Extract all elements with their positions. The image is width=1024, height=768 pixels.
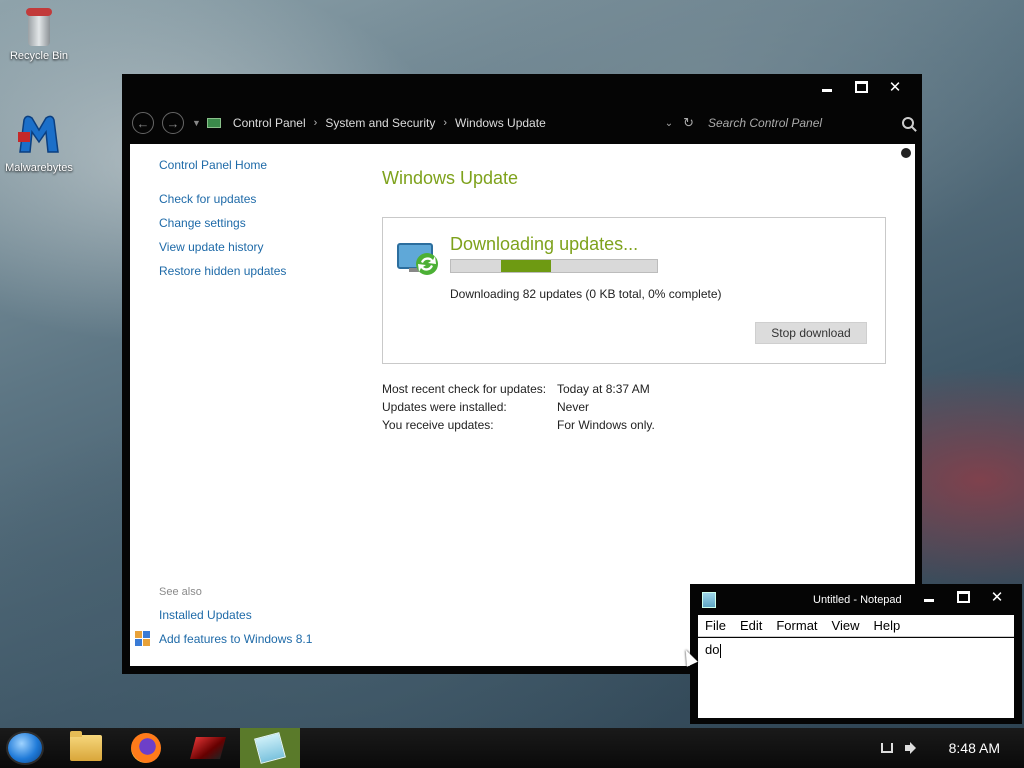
file-explorer-icon bbox=[70, 731, 102, 761]
progress-fill bbox=[501, 260, 551, 272]
notepad-menu-bar: File Edit Format View Help bbox=[698, 615, 1014, 637]
windows-features-icon bbox=[135, 631, 151, 647]
update-status-text: Downloading 82 updates (0 KB total, 0% c… bbox=[450, 287, 722, 301]
notepad-icon bbox=[254, 732, 286, 764]
sidebar-restore-hidden-updates[interactable]: Restore hidden updates bbox=[159, 264, 359, 278]
page-title: Windows Update bbox=[382, 168, 519, 188]
info-row: Most recent check for updates: Today at … bbox=[382, 382, 655, 400]
menu-view[interactable]: View bbox=[825, 618, 867, 633]
desktop-icon-label: Malwarebytes bbox=[5, 162, 73, 174]
forward-button[interactable]: → bbox=[162, 112, 184, 134]
minimize-button[interactable] bbox=[810, 76, 844, 98]
update-status-panel: Downloading updates... Downloading 82 up… bbox=[382, 217, 886, 364]
see-also-add-features[interactable]: Add features to Windows 8.1 bbox=[159, 632, 379, 646]
taskbar: 8:48 AM bbox=[0, 728, 1024, 768]
firefox-icon bbox=[131, 733, 161, 763]
notepad-text-area[interactable]: do bbox=[698, 638, 1014, 718]
breadcrumb-windows-update[interactable]: Windows Update bbox=[455, 116, 546, 130]
back-button[interactable]: ← bbox=[132, 112, 154, 134]
taskbar-file-explorer[interactable] bbox=[56, 728, 116, 768]
menu-edit[interactable]: Edit bbox=[733, 618, 769, 633]
sidebar-control-panel-home[interactable]: Control Panel Home bbox=[159, 158, 359, 172]
red-app-icon bbox=[190, 737, 226, 759]
maximize-button[interactable] bbox=[844, 76, 878, 98]
window-controls: ✕ bbox=[810, 76, 912, 98]
see-also-installed-updates[interactable]: Installed Updates bbox=[159, 608, 379, 622]
close-button[interactable]: ✕ bbox=[878, 76, 912, 98]
notepad-maximize-button[interactable] bbox=[946, 586, 980, 608]
user-avatar-icon[interactable] bbox=[901, 148, 911, 158]
notepad-title: Untitled - Notepad bbox=[813, 594, 902, 606]
stop-download-button[interactable]: Stop download bbox=[755, 322, 867, 344]
taskbar-red-app[interactable] bbox=[178, 728, 238, 768]
info-value: Today at 8:37 AM bbox=[557, 382, 650, 396]
breadcrumb-system-security[interactable]: System and Security bbox=[325, 116, 435, 130]
notepad-titlebar[interactable]: Untitled - Notepad ✕ bbox=[690, 584, 1022, 614]
notepad-window-controls: ✕ bbox=[912, 586, 1014, 608]
menu-help[interactable]: Help bbox=[866, 618, 907, 633]
search-input[interactable]: Search Control Panel bbox=[708, 116, 898, 130]
notepad-icon bbox=[702, 592, 716, 608]
sidebar-view-update-history[interactable]: View update history bbox=[159, 240, 359, 254]
system-tray: 8:48 AM bbox=[880, 728, 1024, 768]
info-row: You receive updates: For Windows only. bbox=[382, 418, 655, 436]
recent-locations-icon[interactable]: ▼ bbox=[192, 118, 201, 128]
taskbar-firefox[interactable] bbox=[116, 728, 176, 768]
recycle-bin-icon bbox=[24, 8, 54, 46]
windows-update-icon bbox=[397, 243, 438, 275]
network-icon[interactable] bbox=[880, 743, 893, 753]
notepad-window: Untitled - Notepad ✕ File Edit Format Vi… bbox=[690, 584, 1022, 724]
taskbar-notepad[interactable] bbox=[240, 728, 300, 768]
breadcrumb-separator-icon[interactable]: › bbox=[443, 117, 447, 129]
search-icon[interactable] bbox=[902, 117, 914, 129]
info-label: Updates were installed: bbox=[382, 400, 507, 414]
sidebar-check-for-updates[interactable]: Check for updates bbox=[159, 192, 359, 206]
start-button[interactable] bbox=[6, 731, 44, 765]
taskbar-clock[interactable]: 8:48 AM bbox=[949, 740, 1000, 756]
address-dropdown-icon[interactable]: ⌄ bbox=[665, 118, 673, 129]
see-also-section: See also Installed Updates Add features … bbox=[135, 586, 379, 656]
malwarebytes-icon bbox=[18, 115, 59, 153]
breadcrumb-separator-icon[interactable]: › bbox=[314, 117, 318, 129]
address-bar: ← → ▼ Control Panel › System and Securit… bbox=[132, 112, 914, 134]
info-row: Updates were installed: Never bbox=[382, 400, 655, 418]
download-progress-bar bbox=[450, 259, 658, 273]
desktop-icon-label: Recycle Bin bbox=[9, 50, 69, 62]
sidebar: Control Panel Home Check for updates Cha… bbox=[159, 158, 359, 288]
desktop-icon-recycle-bin[interactable]: Recycle Bin bbox=[1, 8, 77, 62]
volume-icon[interactable] bbox=[904, 741, 919, 755]
refresh-icon[interactable]: ↻ bbox=[683, 115, 694, 131]
control-panel-icon bbox=[206, 118, 221, 128]
update-info-list: Most recent check for updates: Today at … bbox=[382, 382, 655, 436]
notepad-content: do bbox=[705, 642, 720, 657]
menu-format[interactable]: Format bbox=[769, 618, 824, 633]
info-value: Never bbox=[557, 400, 590, 414]
sidebar-change-settings[interactable]: Change settings bbox=[159, 216, 359, 230]
update-heading: Downloading updates... bbox=[450, 234, 639, 254]
breadcrumb-control-panel[interactable]: Control Panel bbox=[233, 116, 306, 130]
info-label: You receive updates: bbox=[382, 418, 494, 432]
info-label: Most recent check for updates: bbox=[382, 382, 547, 396]
desktop-icon-malwarebytes[interactable]: Malwarebytes bbox=[1, 112, 77, 174]
text-caret bbox=[720, 643, 722, 658]
notepad-close-button[interactable]: ✕ bbox=[980, 586, 1014, 608]
info-value: For Windows only. bbox=[557, 418, 655, 432]
see-also-title: See also bbox=[159, 586, 202, 598]
menu-file[interactable]: File bbox=[698, 618, 733, 633]
notepad-minimize-button[interactable] bbox=[912, 586, 946, 608]
